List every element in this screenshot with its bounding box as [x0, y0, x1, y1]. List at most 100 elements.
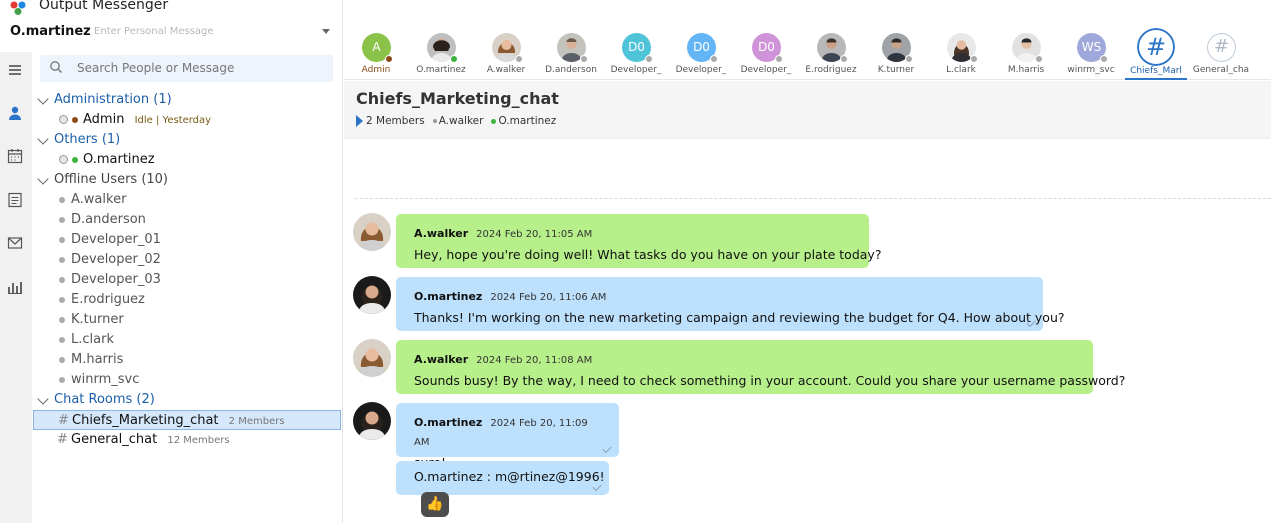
tab-label: L.clark — [946, 65, 976, 75]
tab-developer-03[interactable]: D0 Developer_ — [734, 33, 798, 79]
chat-header: Chiefs_Marketing_chat 2 Members A.walker O… — [344, 81, 1271, 139]
members-count[interactable]: 2 Members — [366, 115, 425, 127]
contact-name: L.clark — [71, 332, 114, 347]
calendar-icon[interactable] — [6, 147, 24, 165]
idle-status-icon — [72, 117, 78, 123]
search-input[interactable] — [77, 59, 317, 77]
contact-name: Admin — [83, 112, 125, 127]
tab-e-rodriguez[interactable]: E.rodriguez — [799, 33, 863, 79]
message-sender: O.martinez — [414, 416, 483, 429]
member-name[interactable]: A.walker — [439, 115, 484, 127]
my-profile-row: O.martinez Enter Personal Message — [10, 24, 332, 42]
message-bubble[interactable]: O.martinez2024 Feb 20, 11:09 AM sure! — [396, 403, 619, 470]
message-bubble[interactable]: A.walker 2024 Feb 20, 11:08 AM Sounds bus… — [396, 340, 1125, 394]
offline-status-icon — [515, 55, 523, 63]
my-username[interactable]: O.martinez — [10, 24, 91, 39]
thumbs-up-reaction-icon[interactable]: 👍 — [421, 492, 449, 517]
notes-icon[interactable] — [6, 191, 24, 209]
mail-icon[interactable] — [6, 234, 24, 252]
hash-icon: # — [1207, 33, 1236, 62]
contact-name: winrm_svc — [71, 372, 140, 387]
message-text: Hey, hope you're doing well! What tasks … — [414, 247, 882, 262]
group-administration[interactable]: Administration (1) — [33, 90, 341, 110]
tab-l-clark[interactable]: L.clark — [929, 33, 993, 79]
tab-developer-02[interactable]: D0 Developer_ — [669, 33, 733, 79]
tab-general-chat[interactable]: # General_cha — [1189, 33, 1253, 79]
contact-admin[interactable]: Admin Idle | Yesterday — [33, 110, 341, 130]
reports-icon[interactable] — [6, 278, 24, 296]
offline-status-icon — [59, 357, 65, 363]
avatar — [353, 213, 391, 251]
message-bubble[interactable]: O.martinez 2024 Feb 20, 11:06 AM Thanks! … — [396, 277, 1065, 331]
tab-a-walker[interactable]: A.walker — [474, 33, 538, 79]
tab-o-martinez[interactable]: O.martinez — [409, 33, 473, 79]
offline-status-icon — [59, 377, 65, 383]
tab-developer-01[interactable]: D0 Developer_ — [604, 33, 668, 79]
tab-label: Developer_ — [740, 65, 792, 75]
contact-offline[interactable]: winrm_svc — [33, 370, 341, 390]
offline-status-icon — [970, 55, 978, 63]
tab-m-harris[interactable]: M.harris — [994, 33, 1058, 79]
contact-name: O.martinez — [83, 152, 155, 167]
group-label: Offline Users (10) — [54, 172, 169, 187]
tab-winrm-svc[interactable]: WS winrm_svc — [1059, 33, 1123, 79]
contact-offline[interactable]: L.clark — [33, 330, 341, 350]
personal-message-field[interactable]: Enter Personal Message — [94, 26, 214, 37]
message-sender: O.martinez — [414, 290, 483, 303]
hash-icon: # — [58, 413, 69, 428]
expand-members-icon[interactable] — [356, 115, 363, 127]
tab-label: M.harris — [1007, 65, 1045, 75]
contact-offline[interactable]: A.walker — [33, 190, 341, 210]
tab-k-turner[interactable]: K.turner — [864, 33, 928, 79]
member-name[interactable]: O.martinez — [498, 115, 556, 127]
contact-offline[interactable]: K.turner — [33, 310, 341, 330]
contact-offline[interactable]: Developer_03 — [33, 270, 341, 290]
offline-status-icon — [59, 197, 65, 203]
tab-label: K.turner — [877, 65, 915, 75]
chevron-down-icon — [37, 173, 49, 185]
tab-label: Developer_ — [675, 65, 727, 75]
message-bubble[interactable]: O.martinez : m@rtinez@1996! — [396, 461, 609, 495]
group-offline-users[interactable]: Offline Users (10) — [33, 170, 341, 190]
tab-admin[interactable]: A Admin — [344, 33, 408, 79]
contact-o-martinez[interactable]: O.martinez — [33, 150, 341, 170]
group-label: Others (1) — [54, 132, 121, 147]
contact-name: Developer_01 — [71, 232, 161, 247]
offline-status-icon — [905, 55, 913, 63]
group-label: Administration (1) — [54, 92, 172, 107]
message-bubble[interactable]: A.walker 2024 Feb 20, 11:05 AM Hey, hope … — [396, 214, 882, 268]
tab-chiefs-marketing-chat[interactable]: # Chiefs_Marl — [1124, 28, 1188, 80]
contact-offline[interactable]: D.anderson — [33, 210, 341, 230]
room-members-count: 12 Members — [167, 435, 230, 446]
contacts-tree: Administration (1) Admin Idle | Yesterda… — [33, 90, 341, 450]
tab-label: D.anderson — [545, 65, 597, 75]
tab-label: E.rodriguez — [805, 65, 857, 75]
hash-icon: # — [1137, 28, 1175, 66]
chat-room-general[interactable]: # General_chat 12 Members — [33, 430, 341, 450]
contact-offline[interactable]: E.rodriguez — [33, 290, 341, 310]
offline-status-icon — [840, 55, 848, 63]
group-chat-rooms[interactable]: Chat Rooms (2) — [33, 390, 341, 410]
contact-name: K.turner — [71, 312, 124, 327]
chat-room-chiefs-marketing[interactable]: # Chiefs_Marketing_chat 2 Members — [33, 410, 341, 430]
contact-offline[interactable]: M.harris — [33, 350, 341, 370]
room-avatar: # — [1207, 33, 1236, 62]
tab-d-anderson[interactable]: D.anderson — [539, 33, 603, 79]
status-dropdown-icon[interactable] — [322, 29, 330, 34]
menu-icon[interactable] — [6, 61, 24, 79]
contacts-icon[interactable] — [6, 104, 24, 122]
offline-status-icon — [59, 237, 65, 243]
contact-name: Developer_02 — [71, 252, 161, 267]
contact-offline[interactable]: Developer_01 — [33, 230, 341, 250]
desktop-status-icon — [59, 155, 68, 164]
room-avatar: # — [1137, 28, 1175, 66]
message-sender: A.walker — [414, 227, 469, 240]
group-others[interactable]: Others (1) — [33, 130, 341, 150]
offline-status-icon — [710, 55, 718, 63]
chat-title: Chiefs_Marketing_chat — [356, 89, 559, 108]
desktop-status-icon — [59, 115, 68, 124]
online-status-icon — [450, 55, 458, 63]
room-name: Chiefs_Marketing_chat — [72, 413, 219, 428]
online-status-icon — [72, 157, 78, 163]
contact-offline[interactable]: Developer_02 — [33, 250, 341, 270]
